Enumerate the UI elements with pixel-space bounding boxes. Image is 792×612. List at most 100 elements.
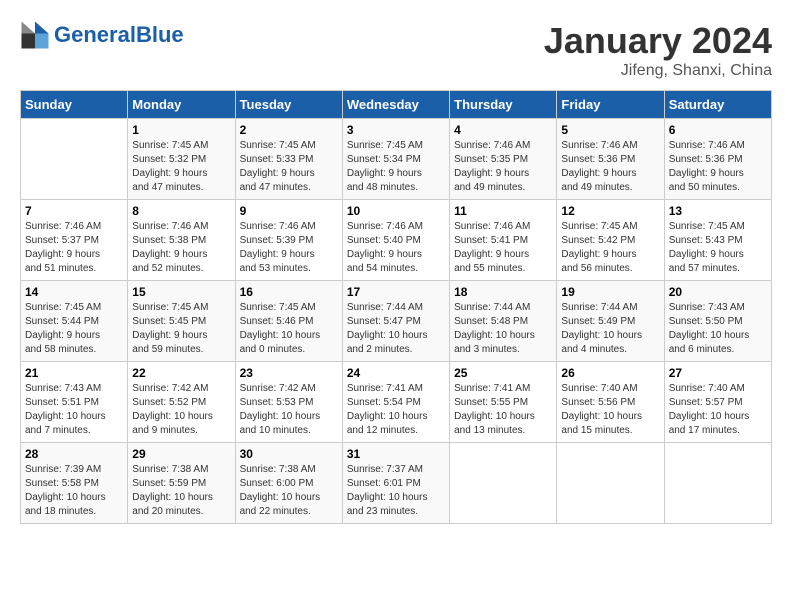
calendar-cell: 31Sunrise: 7:37 AMSunset: 6:01 PMDayligh… xyxy=(342,443,449,524)
day-info: Sunrise: 7:44 AMSunset: 5:48 PMDaylight:… xyxy=(454,301,552,357)
day-info: Sunrise: 7:46 AMSunset: 5:35 PMDaylight:… xyxy=(454,139,552,195)
day-info: Sunrise: 7:46 AMSunset: 5:37 PMDaylight:… xyxy=(25,220,123,276)
calendar-cell: 27 Sunrise: 7:40 AMSunset: 5:57 PMDayligh… xyxy=(664,362,771,443)
day-number: 28 xyxy=(25,447,123,461)
day-number: 9 xyxy=(240,204,338,218)
calendar-cell: 28 Sunrise: 7:39 AMSunset: 5:58 PMDayligh… xyxy=(21,443,128,524)
day-number: 23 xyxy=(240,366,338,380)
day-number: 22 xyxy=(132,366,230,380)
day-number: 16 xyxy=(240,285,338,299)
calendar-cell xyxy=(450,443,557,524)
logo: GeneralBlue xyxy=(20,20,184,50)
day-number: 6 xyxy=(669,123,767,137)
day-number: 21 xyxy=(25,366,123,380)
col-thursday: Thursday xyxy=(450,91,557,119)
day-info: Sunrise: 7:40 AMSunset: 5:57 PMDaylight:… xyxy=(669,382,767,438)
col-friday: Friday xyxy=(557,91,664,119)
calendar-cell: 22 Sunrise: 7:42 AMSunset: 5:52 PMDayligh… xyxy=(128,362,235,443)
calendar-cell: 11Sunrise: 7:46 AMSunset: 5:41 PMDayligh… xyxy=(450,200,557,281)
calendar-cell: 3 Sunrise: 7:45 AMSunset: 5:34 PMDaylight… xyxy=(342,119,449,200)
calendar-header: Sunday Monday Tuesday Wednesday Thursday… xyxy=(21,91,772,119)
day-info: Sunrise: 7:46 AMSunset: 5:36 PMDaylight:… xyxy=(669,139,767,195)
day-info: Sunrise: 7:43 AMSunset: 5:50 PMDaylight:… xyxy=(669,301,767,357)
day-number: 2 xyxy=(240,123,338,137)
calendar-cell: 30 Sunrise: 7:38 AMSunset: 6:00 PMDayligh… xyxy=(235,443,342,524)
day-number: 29 xyxy=(132,447,230,461)
day-number: 30 xyxy=(240,447,338,461)
day-info: Sunrise: 7:42 AMSunset: 5:53 PMDaylight:… xyxy=(240,382,338,438)
calendar-week-5: 28 Sunrise: 7:39 AMSunset: 5:58 PMDayligh… xyxy=(21,443,772,524)
calendar-cell: 16 Sunrise: 7:45 AMSunset: 5:46 PMDayligh… xyxy=(235,281,342,362)
logo-text: GeneralBlue xyxy=(54,24,184,46)
calendar-cell: 13 Sunrise: 7:45 AMSunset: 5:43 PMDayligh… xyxy=(664,200,771,281)
calendar-cell: 20 Sunrise: 7:43 AMSunset: 5:50 PMDayligh… xyxy=(664,281,771,362)
calendar-week-2: 7 Sunrise: 7:46 AMSunset: 5:37 PMDaylight… xyxy=(21,200,772,281)
day-number: 25 xyxy=(454,366,552,380)
day-number: 7 xyxy=(25,204,123,218)
calendar-cell: 18 Sunrise: 7:44 AMSunset: 5:48 PMDayligh… xyxy=(450,281,557,362)
calendar-cell: 2 Sunrise: 7:45 AMSunset: 5:33 PMDaylight… xyxy=(235,119,342,200)
day-info: Sunrise: 7:44 AMSunset: 5:49 PMDaylight:… xyxy=(561,301,659,357)
calendar-cell: 25Sunrise: 7:41 AMSunset: 5:55 PMDayligh… xyxy=(450,362,557,443)
day-info: Sunrise: 7:45 AMSunset: 5:43 PMDaylight:… xyxy=(669,220,767,276)
day-info: Sunrise: 7:46 AMSunset: 5:36 PMDaylight:… xyxy=(561,139,659,195)
day-number: 12 xyxy=(561,204,659,218)
logo-blue: Blue xyxy=(136,22,184,47)
calendar-week-4: 21 Sunrise: 7:43 AMSunset: 5:51 PMDayligh… xyxy=(21,362,772,443)
day-number: 3 xyxy=(347,123,445,137)
logo-icon xyxy=(20,20,50,50)
day-number: 10 xyxy=(347,204,445,218)
day-number: 27 xyxy=(669,366,767,380)
calendar-cell: 23 Sunrise: 7:42 AMSunset: 5:53 PMDayligh… xyxy=(235,362,342,443)
day-info: Sunrise: 7:45 AMSunset: 5:46 PMDaylight:… xyxy=(240,301,338,357)
calendar-cell: 12 Sunrise: 7:45 AMSunset: 5:42 PMDayligh… xyxy=(557,200,664,281)
calendar-cell: 1Sunrise: 7:45 AMSunset: 5:32 PMDaylight… xyxy=(128,119,235,200)
calendar-cell: 10 Sunrise: 7:46 AMSunset: 5:40 PMDayligh… xyxy=(342,200,449,281)
calendar-cell: 19 Sunrise: 7:44 AMSunset: 5:49 PMDayligh… xyxy=(557,281,664,362)
day-number: 18 xyxy=(454,285,552,299)
day-number: 31 xyxy=(347,447,445,461)
calendar-cell: 8Sunrise: 7:46 AMSunset: 5:38 PMDaylight… xyxy=(128,200,235,281)
day-number: 5 xyxy=(561,123,659,137)
calendar-week-1: 1Sunrise: 7:45 AMSunset: 5:32 PMDaylight… xyxy=(21,119,772,200)
day-info: Sunrise: 7:45 AMSunset: 5:34 PMDaylight:… xyxy=(347,139,445,195)
day-info: Sunrise: 7:45 AMSunset: 5:42 PMDaylight:… xyxy=(561,220,659,276)
day-number: 17 xyxy=(347,285,445,299)
day-info: Sunrise: 7:43 AMSunset: 5:51 PMDaylight:… xyxy=(25,382,123,438)
day-number: 4 xyxy=(454,123,552,137)
day-info: Sunrise: 7:46 AMSunset: 5:38 PMDaylight:… xyxy=(132,220,230,276)
calendar-cell xyxy=(664,443,771,524)
calendar-cell: 7 Sunrise: 7:46 AMSunset: 5:37 PMDaylight… xyxy=(21,200,128,281)
day-info: Sunrise: 7:45 AMSunset: 5:44 PMDaylight:… xyxy=(25,301,123,357)
calendar-week-3: 14 Sunrise: 7:45 AMSunset: 5:44 PMDayligh… xyxy=(21,281,772,362)
day-number: 20 xyxy=(669,285,767,299)
calendar-cell: 17Sunrise: 7:44 AMSunset: 5:47 PMDayligh… xyxy=(342,281,449,362)
day-info: Sunrise: 7:39 AMSunset: 5:58 PMDaylight:… xyxy=(25,463,123,519)
day-info: Sunrise: 7:38 AMSunset: 6:00 PMDaylight:… xyxy=(240,463,338,519)
day-info: Sunrise: 7:45 AMSunset: 5:33 PMDaylight:… xyxy=(240,139,338,195)
day-info: Sunrise: 7:46 AMSunset: 5:41 PMDaylight:… xyxy=(454,220,552,276)
day-info: Sunrise: 7:38 AMSunset: 5:59 PMDaylight:… xyxy=(132,463,230,519)
col-tuesday: Tuesday xyxy=(235,91,342,119)
calendar-cell: 6 Sunrise: 7:46 AMSunset: 5:36 PMDaylight… xyxy=(664,119,771,200)
calendar-cell xyxy=(557,443,664,524)
calendar-cell: 9Sunrise: 7:46 AMSunset: 5:39 PMDaylight… xyxy=(235,200,342,281)
main-title: January 2024 xyxy=(544,20,772,62)
calendar-cell: 26 Sunrise: 7:40 AMSunset: 5:56 PMDayligh… xyxy=(557,362,664,443)
calendar-body: 1Sunrise: 7:45 AMSunset: 5:32 PMDaylight… xyxy=(21,119,772,524)
day-info: Sunrise: 7:42 AMSunset: 5:52 PMDaylight:… xyxy=(132,382,230,438)
day-info: Sunrise: 7:40 AMSunset: 5:56 PMDaylight:… xyxy=(561,382,659,438)
header-row: Sunday Monday Tuesday Wednesday Thursday… xyxy=(21,91,772,119)
col-monday: Monday xyxy=(128,91,235,119)
day-number: 26 xyxy=(561,366,659,380)
day-info: Sunrise: 7:45 AMSunset: 5:45 PMDaylight:… xyxy=(132,301,230,357)
col-saturday: Saturday xyxy=(664,91,771,119)
day-info: Sunrise: 7:45 AMSunset: 5:32 PMDaylight:… xyxy=(132,139,230,195)
col-sunday: Sunday xyxy=(21,91,128,119)
day-number: 15 xyxy=(132,285,230,299)
day-number: 13 xyxy=(669,204,767,218)
day-number: 14 xyxy=(25,285,123,299)
col-wednesday: Wednesday xyxy=(342,91,449,119)
day-number: 19 xyxy=(561,285,659,299)
day-info: Sunrise: 7:46 AMSunset: 5:40 PMDaylight:… xyxy=(347,220,445,276)
